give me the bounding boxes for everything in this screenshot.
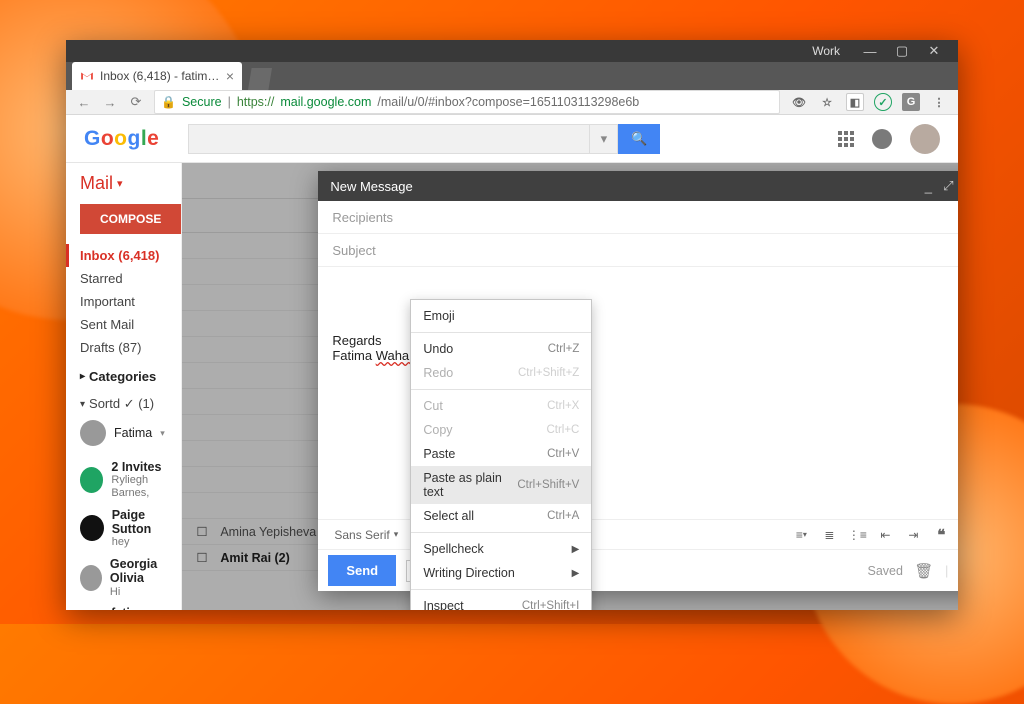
address-bar: ← → ⟳ 🔒 Secure | https://mail.google.com… <box>66 90 958 115</box>
sidebar: Mail▾ COMPOSE Inbox (6,418) Starred Impo… <box>66 163 181 610</box>
ctx-spellcheck[interactable]: Spellcheck▶ <box>411 537 591 561</box>
numbered-list-icon[interactable]: ≣ <box>818 524 840 546</box>
sidebar-important[interactable]: Important <box>80 290 181 313</box>
sidebar-starred[interactable]: Starred <box>80 267 181 290</box>
compose-minimize-icon[interactable]: _ <box>918 179 938 194</box>
subject-field[interactable]: Subject <box>318 234 958 267</box>
ctx-undo[interactable]: UndoCtrl+Z <box>411 337 591 361</box>
reload-button[interactable]: ⟳ <box>128 94 144 110</box>
chat-paige[interactable]: Paige Suttonhey <box>80 504 181 553</box>
indent-more-icon[interactable]: ⇥ <box>902 524 924 546</box>
quote-icon[interactable]: ❝ <box>930 524 952 546</box>
gmail-app: Google ▾ 🔍 Mail▾ COMPOSE <box>66 115 958 610</box>
window-maximize-button[interactable]: ▢ <box>886 40 918 62</box>
ctx-paste[interactable]: PasteCtrl+V <box>411 442 591 466</box>
url-domain: mail.google.com <box>280 95 371 109</box>
compose-window: New Message _ ⤢ ✕ Recipients Subject Reg… <box>318 171 958 591</box>
compose-titlebar: New Message _ ⤢ ✕ <box>318 171 958 201</box>
new-tab-button[interactable] <box>248 68 272 90</box>
sidebar-sent[interactable]: Sent Mail <box>80 313 181 336</box>
ctx-paste-plain[interactable]: Paste as plain textCtrl+Shift+V <box>411 466 591 504</box>
google-logo: Google <box>84 127 158 151</box>
chat-georgia[interactable]: Georgia OliviaHi <box>80 553 181 602</box>
search-icon: 🔍 <box>631 131 647 147</box>
lock-icon: 🔒 <box>161 95 176 109</box>
back-button[interactable]: ← <box>76 94 92 110</box>
ctx-cut: CutCtrl+X <box>411 394 591 418</box>
account-avatar[interactable] <box>910 124 940 154</box>
search-button[interactable]: 🔍 <box>618 124 660 154</box>
chat-fatima[interactable]: fatima wahabtest <box>80 602 181 610</box>
window-minimize-button[interactable]: — <box>854 40 886 62</box>
chat-self[interactable]: Fatima▾ <box>80 416 181 450</box>
compose-expand-icon[interactable]: ⤢ <box>938 178 958 194</box>
ctx-select-all[interactable]: Select allCtrl+A <box>411 504 591 528</box>
window-titlebar: Work — ▢ ✕ <box>66 40 958 62</box>
extension-g-icon[interactable]: G <box>902 93 920 111</box>
browser-tab[interactable]: Inbox (6,418) - fatima@a × <box>72 62 242 90</box>
chat-invites[interactable]: 2 InvitesRyliegh Barnes, <box>80 456 181 504</box>
tab-strip: Inbox (6,418) - fatima@a × <box>66 62 958 90</box>
discard-draft-icon[interactable]: 🗑 <box>913 560 935 582</box>
align-icon[interactable]: ≡▾ <box>790 524 812 546</box>
send-button[interactable]: Send <box>328 555 396 586</box>
search-dropdown-icon[interactable]: ▾ <box>589 125 617 153</box>
apps-grid-icon[interactable] <box>838 131 854 147</box>
extension-2-icon[interactable]: ✓ <box>874 93 892 111</box>
tab-close-icon[interactable]: × <box>226 68 234 84</box>
ctx-inspect[interactable]: InspectCtrl+Shift+I <box>411 594 591 610</box>
compose-body[interactable]: Regards Fatima Wahab Emoji UndoCtrl+Z Re… <box>318 267 958 519</box>
compose-title: New Message <box>330 179 412 194</box>
font-family-select[interactable]: Sans Serif▾ <box>328 526 404 544</box>
mail-pane: ⚙▾ ms + 8:56 pmAug 6Aug 5Aug 2Aug 2Aug 1… <box>181 163 958 610</box>
ctx-redo: RedoCtrl+Shift+Z <box>411 361 591 385</box>
sidebar-categories[interactable]: ▸Categories <box>80 369 181 384</box>
ctx-writing-direction[interactable]: Writing Direction▶ <box>411 561 591 585</box>
window-close-button[interactable]: ✕ <box>918 40 950 62</box>
chrome-menu-icon[interactable]: ⋮ <box>930 93 948 111</box>
extension-1-icon[interactable]: ◧ <box>846 93 864 111</box>
forward-button[interactable]: → <box>102 94 118 110</box>
url-scheme: https:// <box>237 95 275 109</box>
browser-window: Work — ▢ ✕ Inbox (6,418) - fatima@a × ← … <box>66 40 958 610</box>
app-header: Google ▾ 🔍 <box>66 115 958 163</box>
sidebar-sortd[interactable]: ▾Sortd ✓ (1) <box>80 392 181 416</box>
compose-button[interactable]: COMPOSE <box>80 204 181 234</box>
gmail-favicon-icon <box>80 69 94 83</box>
indent-less-icon[interactable]: ⇤ <box>874 524 896 546</box>
tab-title: Inbox (6,418) - fatima@a <box>100 69 220 83</box>
sidebar-drafts[interactable]: Drafts (87) <box>80 336 181 359</box>
eye-extension-icon[interactable]: 👁 <box>790 93 808 111</box>
mail-dropdown[interactable]: Mail▾ <box>80 173 181 194</box>
ctx-copy: CopyCtrl+C <box>411 418 591 442</box>
ctx-emoji[interactable]: Emoji <box>411 304 591 328</box>
bullet-list-icon[interactable]: ⋮≡ <box>846 524 868 546</box>
secure-label: Secure <box>182 95 222 109</box>
search-input[interactable]: ▾ <box>188 124 618 154</box>
url-path: /mail/u/0/#inbox?compose=1651103113298e6… <box>377 95 639 109</box>
notifications-icon[interactable] <box>872 129 892 149</box>
context-menu: Emoji UndoCtrl+Z RedoCtrl+Shift+Z CutCtr… <box>410 299 592 610</box>
saved-label: Saved <box>868 564 903 578</box>
profile-label: Work <box>812 44 840 58</box>
sidebar-inbox[interactable]: Inbox (6,418) <box>66 244 181 267</box>
url-input[interactable]: 🔒 Secure | https://mail.google.com/mail/… <box>154 90 780 114</box>
star-icon[interactable]: ☆ <box>818 93 836 111</box>
recipients-field[interactable]: Recipients <box>318 201 958 234</box>
